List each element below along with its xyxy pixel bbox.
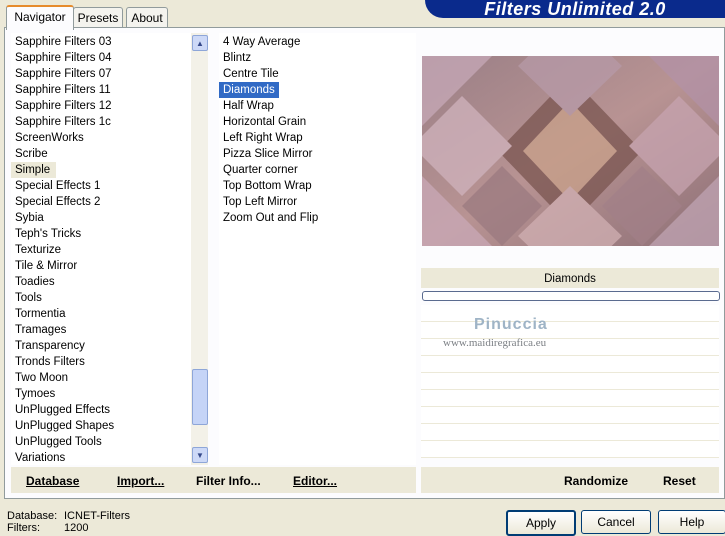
filter-item[interactable]: Zoom Out and Flip <box>219 210 416 226</box>
scroll-down-icon[interactable]: ▼ <box>192 447 208 463</box>
tab-navigator[interactable]: Navigator <box>6 5 74 30</box>
category-item[interactable]: Teph's Tricks <box>11 226 208 242</box>
category-item[interactable]: Scribe <box>11 146 208 162</box>
navigator-bottom-bar: Database Import... Filter Info... Editor… <box>11 467 416 493</box>
category-item[interactable]: Tools <box>11 290 208 306</box>
app-title-banner: Filters Unlimited 2.0 <box>425 0 725 18</box>
category-item[interactable]: Sapphire Filters 07 <box>11 66 208 82</box>
parameter-row[interactable] <box>421 373 719 390</box>
filter-item[interactable]: Diamonds <box>219 82 279 98</box>
category-item[interactable]: Sapphire Filters 04 <box>11 50 208 66</box>
category-item[interactable]: Transparency <box>11 338 208 354</box>
category-item[interactable]: Sapphire Filters 03 <box>11 34 208 50</box>
filter-item[interactable]: Top Bottom Wrap <box>219 178 416 194</box>
category-item[interactable]: Sapphire Filters 1c <box>11 114 208 130</box>
category-item[interactable]: Tymoes <box>11 386 208 402</box>
category-item[interactable]: Special Effects 1 <box>11 178 208 194</box>
filter-item[interactable]: Horizontal Grain <box>219 114 416 130</box>
category-item[interactable]: UnPlugged Effects <box>11 402 208 418</box>
category-item[interactable]: Simple <box>11 162 57 178</box>
parameter-row[interactable] <box>421 305 719 322</box>
cancel-button[interactable]: Cancel <box>581 510 651 534</box>
randomize-button[interactable]: Randomize <box>564 474 628 488</box>
import-button[interactable]: Import... <box>117 474 164 488</box>
status-filters-value: 1200 <box>64 522 89 534</box>
status-filters-label: Filters: <box>7 522 40 534</box>
filter-item[interactable]: Top Left Mirror <box>219 194 416 210</box>
category-item[interactable]: Variations <box>11 450 208 465</box>
parameter-row[interactable] <box>421 390 719 407</box>
scroll-thumb[interactable] <box>192 369 208 425</box>
watermark-url: www.maidiregrafica.eu <box>443 337 547 349</box>
status-database-value: ICNET-Filters <box>64 510 130 522</box>
category-item[interactable]: Special Effects 2 <box>11 194 208 210</box>
tab-presets[interactable]: Presets <box>73 7 123 28</box>
category-item[interactable]: Tile & Mirror <box>11 258 208 274</box>
category-item[interactable]: Tronds Filters <box>11 354 208 370</box>
category-item[interactable]: UnPlugged Tools <box>11 434 208 450</box>
tab-about[interactable]: About <box>126 7 168 28</box>
category-item[interactable]: Two Moon <box>11 370 208 386</box>
filter-item[interactable]: Half Wrap <box>219 98 416 114</box>
category-list[interactable]: Sapphire Filters 03 Sapphire Filters 04 Sa… <box>11 33 208 465</box>
progress-bar <box>422 291 720 301</box>
scroll-up-icon[interactable]: ▲ <box>192 35 208 51</box>
category-item[interactable]: Texturize <box>11 242 208 258</box>
category-item[interactable]: ScreenWorks <box>11 130 208 146</box>
apply-button[interactable]: Apply <box>506 510 576 536</box>
preview-bottom-bar: Randomize Reset <box>421 467 719 493</box>
editor-button[interactable]: Editor... <box>293 474 337 488</box>
category-scrollbar[interactable]: ▲ ▼ <box>191 33 208 465</box>
category-item[interactable]: UnPlugged Shapes <box>11 418 208 434</box>
parameter-row[interactable] <box>421 407 719 424</box>
filter-item[interactable]: Centre Tile <box>219 66 416 82</box>
category-item[interactable]: Sybia <box>11 210 208 226</box>
status-database-label: Database: <box>7 510 58 522</box>
category-item[interactable]: Toadies <box>11 274 208 290</box>
help-button[interactable]: Help <box>658 510 725 534</box>
preview-image <box>422 56 719 246</box>
filter-name-strip: Diamonds <box>421 268 719 288</box>
category-item[interactable]: Tormentia <box>11 306 208 322</box>
filter-info-button[interactable]: Filter Info... <box>196 474 261 488</box>
filter-item[interactable]: Quarter corner <box>219 162 416 178</box>
category-item[interactable]: Sapphire Filters 11 <box>11 82 208 98</box>
category-item[interactable]: Tramages <box>11 322 208 338</box>
watermark-name: Pinuccia <box>474 316 548 333</box>
parameter-row[interactable] <box>421 356 719 373</box>
filter-item[interactable]: 4 Way Average <box>219 34 416 50</box>
parameter-row[interactable] <box>421 424 719 441</box>
category-item[interactable]: Sapphire Filters 12 <box>11 98 208 114</box>
filter-item[interactable]: Left Right Wrap <box>219 130 416 146</box>
parameter-row[interactable] <box>421 441 719 458</box>
filter-item[interactable]: Pizza Slice Mirror <box>219 146 416 162</box>
filter-name-label: Diamonds <box>544 273 596 285</box>
reset-button[interactable]: Reset <box>663 474 696 488</box>
filter-item[interactable]: Blintz <box>219 50 416 66</box>
database-button[interactable]: Database <box>26 474 79 488</box>
filter-list[interactable]: 4 Way Average Blintz Centre Tile Diamonds Ha… <box>219 33 416 465</box>
